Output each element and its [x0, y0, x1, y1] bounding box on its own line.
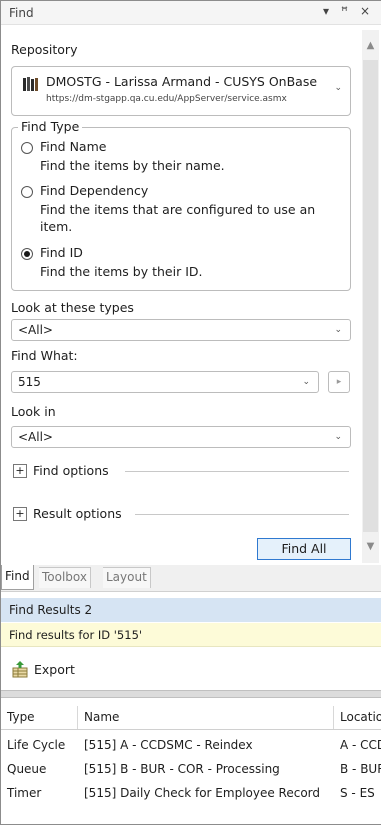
column-header-location[interactable]: Location: [334, 706, 381, 729]
panel-title-bar: Find ▾ ꟸ ×: [1, 1, 381, 25]
find-name-radio[interactable]: [21, 142, 33, 154]
expand-find-options-button[interactable]: +: [13, 464, 27, 478]
cell-location: A - CCDSMC: [340, 738, 381, 752]
cell-type: Timer: [7, 786, 42, 800]
find-type-legend: Find Type: [18, 119, 83, 134]
window-position-dropdown-icon[interactable]: ▾: [323, 4, 329, 18]
chevron-down-icon: ⌄: [334, 325, 342, 335]
chevron-down-icon[interactable]: ⌄: [334, 83, 342, 93]
table-row[interactable]: Life Cycle [515] A - CCDSMC - Reindex A …: [1, 733, 381, 757]
find-what-label: Find What:: [11, 348, 78, 363]
scrollbar-thumb[interactable]: [363, 60, 378, 532]
cell-type: Queue: [7, 762, 47, 776]
find-what-side-button[interactable]: ▸: [328, 371, 350, 393]
books-icon: [23, 77, 38, 91]
cell-location: S - ES: [340, 786, 375, 800]
cell-name: [515] B - BUR - COR - Processing: [84, 762, 280, 776]
chevron-down-icon[interactable]: ⌄: [302, 377, 310, 387]
result-options-label[interactable]: Result options: [33, 506, 128, 521]
column-header-name[interactable]: Name: [78, 706, 334, 729]
find-what-input[interactable]: 515 ⌄: [11, 371, 319, 393]
chevron-down-icon: ⌄: [334, 432, 342, 442]
cell-location: B - BUR: [340, 762, 381, 776]
cell-name: [515] Daily Check for Employee Record: [84, 786, 321, 800]
find-type-group: Find Type Find Name Find the items by th…: [11, 119, 351, 291]
cell-name: [515] A - CCDSMC - Reindex: [84, 738, 253, 752]
pin-icon[interactable]: ꟸ: [341, 4, 348, 18]
find-results-title: Find Results 2: [9, 603, 93, 617]
find-dependency-title[interactable]: Find Dependency: [40, 183, 148, 198]
find-name-title[interactable]: Find Name: [40, 139, 106, 154]
repository-select[interactable]: DMOSTG - Larissa Armand - CUSYS OnBase h…: [11, 66, 351, 116]
results-splitter[interactable]: [1, 690, 381, 698]
table-row[interactable]: Queue [515] B - BUR - COR - Processing B…: [1, 757, 381, 781]
tool-window-tabs: Find Toolbox Layout: [1, 565, 381, 592]
find-id-desc: Find the items by their ID.: [40, 264, 203, 279]
expand-result-options-button[interactable]: +: [13, 507, 27, 521]
find-results-title-bar: Find Results 2: [1, 598, 381, 622]
results-banner-text: Find results for ID '515': [9, 628, 143, 642]
find-name-desc: Find the items by their name.: [40, 158, 225, 173]
scroll-up-icon[interactable]: ▲: [363, 40, 378, 51]
find-id-radio[interactable]: [21, 248, 33, 260]
look-at-types-label: Look at these types: [11, 300, 134, 315]
tab-find[interactable]: Find: [1, 565, 34, 590]
column-header-type[interactable]: Type: [1, 706, 78, 729]
find-what-value: 515: [18, 375, 41, 389]
tab-toolbox[interactable]: Toolbox: [39, 567, 91, 588]
divider: [125, 471, 349, 472]
export-icon: [12, 661, 28, 678]
close-icon[interactable]: ×: [360, 4, 370, 18]
look-in-select[interactable]: <All> ⌄: [11, 426, 351, 448]
repository-url: https://dm-stgapp.qa.cu.edu/AppServer/se…: [46, 94, 287, 104]
results-banner: Find results for ID '515': [1, 623, 381, 647]
find-id-title[interactable]: Find ID: [40, 245, 83, 260]
export-label: Export: [34, 662, 75, 677]
panel-title: Find: [9, 6, 34, 20]
divider: [135, 514, 349, 515]
scroll-down-icon[interactable]: ▼: [363, 541, 378, 552]
find-dependency-desc: Find the items that are configured to us…: [40, 202, 316, 234]
look-at-types-value: <All>: [18, 323, 53, 337]
look-in-value: <All>: [18, 430, 53, 444]
find-dependency-radio[interactable]: [21, 186, 33, 198]
find-all-button[interactable]: Find All: [257, 538, 351, 560]
results-header-row: Type Name Location: [1, 706, 381, 730]
table-row[interactable]: Timer [515] Daily Check for Employee Rec…: [1, 781, 381, 805]
find-options-label[interactable]: Find options: [33, 463, 115, 478]
look-at-types-select[interactable]: <All> ⌄: [11, 319, 351, 341]
tab-layout[interactable]: Layout: [103, 567, 151, 588]
result-options-expander[interactable]: + Result options: [11, 505, 351, 523]
look-in-label: Look in: [11, 404, 56, 419]
repository-label: Repository: [11, 42, 78, 57]
find-options-expander[interactable]: + Find options: [11, 462, 351, 480]
repository-name: DMOSTG - Larissa Armand - CUSYS OnBase: [46, 74, 318, 89]
cell-type: Life Cycle: [7, 738, 66, 752]
